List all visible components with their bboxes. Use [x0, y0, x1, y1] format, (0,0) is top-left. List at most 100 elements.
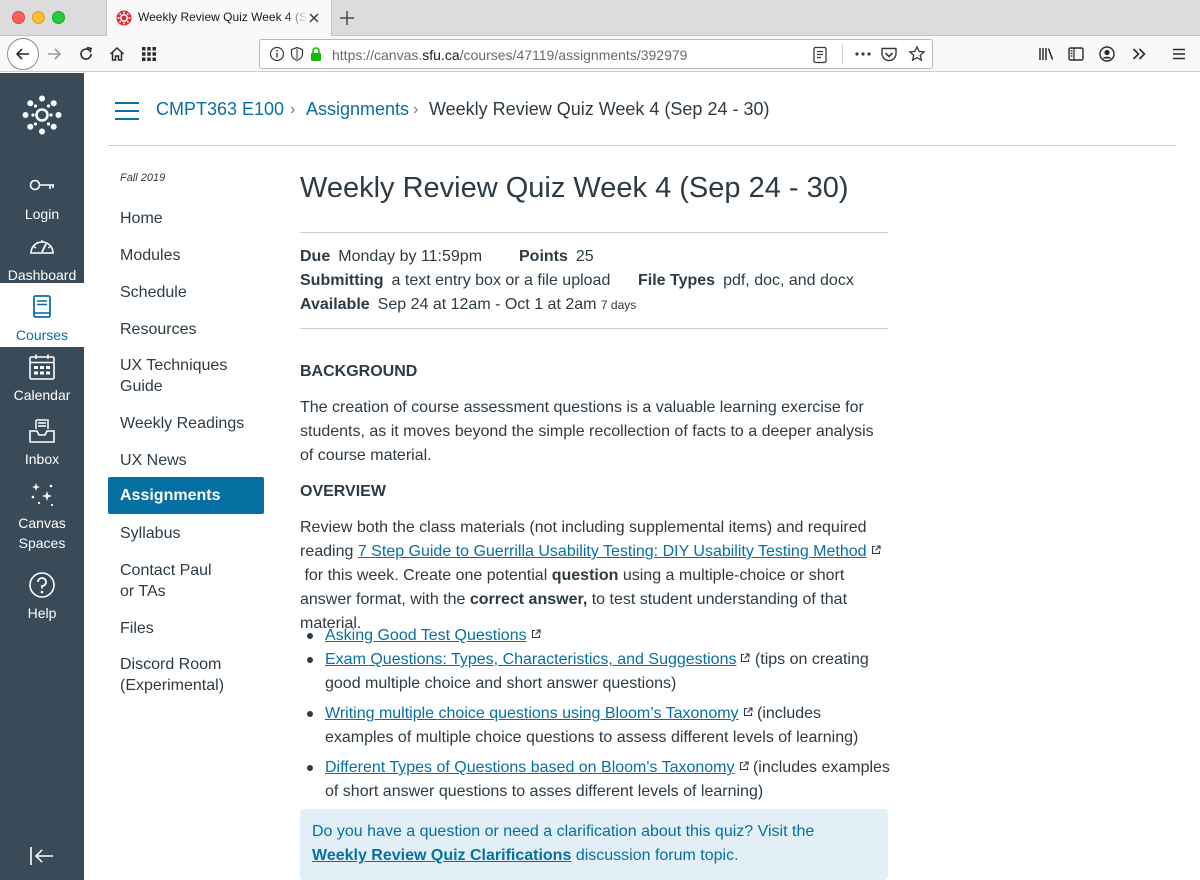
overview-paragraph: Review both the class materials (not inc…: [300, 516, 888, 636]
global-navigation: Login Dashboard Courses Calendar Inbox C…: [0, 73, 84, 880]
sidebar-icon: [1068, 47, 1084, 61]
global-nav-label: Dashboard: [7, 267, 77, 283]
submitting-value: a text entry box or a file upload: [391, 272, 611, 289]
shield-icon[interactable]: [289, 46, 305, 62]
external-link-icon: [739, 761, 749, 771]
global-nav-calendar[interactable]: Calendar: [0, 353, 84, 405]
global-nav-inbox[interactable]: Inbox: [0, 417, 84, 469]
list-item: Writing multiple choice questions using …: [307, 702, 890, 750]
global-nav-label: Spaces: [18, 535, 66, 551]
file-types-label: File Types: [638, 272, 716, 289]
global-nav-label: Calendar: [13, 387, 71, 403]
browser-tab[interactable]: Weekly Review Quiz Week 4 (Sep: [106, 0, 332, 37]
minimize-window-button[interactable]: [32, 11, 45, 24]
course-nav-weekly-readings[interactable]: Weekly Readings: [108, 413, 264, 434]
menu-button[interactable]: [1165, 40, 1193, 68]
submitting-detail: Submitting a text entry box or a file upl…: [300, 272, 610, 290]
resource-link-mcq-blooms[interactable]: Writing multiple choice questions using …: [325, 705, 739, 722]
library-icon: [1039, 48, 1054, 60]
course-nav-modules[interactable]: Modules: [108, 245, 264, 266]
arrow-left-icon: [15, 48, 29, 60]
apps-grid-button[interactable]: [135, 40, 163, 68]
new-tab-icon[interactable]: [336, 7, 358, 29]
close-window-button[interactable]: [12, 11, 25, 24]
back-button[interactable]: [7, 38, 39, 70]
course-nav-home[interactable]: Home: [108, 208, 264, 229]
points-label: Points: [519, 248, 568, 265]
submitting-label: Submitting: [300, 272, 384, 289]
background-heading: BACKGROUND: [300, 363, 418, 380]
list-item: Different Types of Questions based on Bl…: [307, 756, 890, 804]
resource-link-question-types-blooms[interactable]: Different Types of Questions based on Bl…: [325, 759, 735, 776]
external-link-icon: [743, 707, 753, 717]
breadcrumb-separator: ›: [290, 101, 296, 118]
course-nav-ux-techniques-guide[interactable]: UX Techniques Guide: [108, 355, 264, 397]
global-nav-dashboard[interactable]: Dashboard: [0, 233, 84, 285]
url-text: https://canvas.sfu.ca/courses/47119/assi…: [332, 47, 688, 63]
close-tab-icon[interactable]: [305, 9, 323, 27]
maximize-window-button[interactable]: [52, 11, 65, 24]
reader-view-icon[interactable]: [812, 46, 828, 64]
library-button[interactable]: [1032, 40, 1060, 68]
canvas-favicon-icon: [116, 10, 132, 26]
global-nav-canvas-spaces[interactable]: Canvas Spaces: [0, 481, 84, 553]
overflow-button[interactable]: [1125, 40, 1153, 68]
course-nav-assignments[interactable]: Assignments: [108, 477, 264, 514]
reload-button[interactable]: [72, 40, 100, 68]
global-nav-label: Canvas: [18, 515, 66, 531]
available-label: Available: [300, 296, 370, 313]
course-nav-syllabus[interactable]: Syllabus: [108, 523, 264, 544]
lock-icon[interactable]: [309, 46, 323, 62]
dashboard-icon: [30, 240, 54, 254]
clarification-callout: Do you have a question or need a clarifi…: [300, 809, 888, 880]
list-item: Exam Questions: Types, Characteristics, …: [307, 648, 890, 696]
points-value: 25: [575, 248, 594, 265]
points-detail: Points 25: [519, 248, 594, 266]
available-value: Sep 24 at 12am - Oct 1 at 2am: [377, 296, 597, 313]
clarifications-forum-link[interactable]: Weekly Review Quiz Clarifications: [312, 847, 571, 864]
resource-link-exam-questions[interactable]: Exam Questions: Types, Characteristics, …: [325, 651, 736, 668]
info-icon[interactable]: [269, 46, 285, 62]
bookmark-star-icon[interactable]: [908, 45, 926, 63]
home-icon: [109, 46, 125, 61]
background-paragraph: The creation of course assessment questi…: [300, 399, 874, 464]
global-nav-label: Help: [27, 605, 57, 621]
external-link-icon: [871, 545, 881, 555]
global-nav-help[interactable]: Help: [0, 571, 84, 623]
reload-icon: [80, 46, 92, 60]
breadcrumb-assignments-link[interactable]: Assignments: [306, 99, 409, 120]
global-nav-login[interactable]: Login: [0, 172, 84, 224]
guerrilla-usability-link[interactable]: 7 Step Guide to Guerrilla Usability Test…: [358, 543, 867, 560]
course-menu-toggle-icon[interactable]: [114, 100, 140, 122]
forward-button[interactable]: [40, 40, 68, 68]
collapse-nav-icon[interactable]: [28, 844, 56, 868]
breadcrumb-course-link[interactable]: CMPT363 E100: [156, 99, 284, 120]
course-nav-ux-news[interactable]: UX News: [108, 450, 264, 471]
canvas-logo-icon[interactable]: [20, 93, 64, 137]
course-nav-resources[interactable]: Resources: [108, 319, 264, 340]
url-separator: [842, 44, 843, 64]
course-nav-discord-room[interactable]: Discord Room (Experimental): [108, 654, 244, 696]
due-detail: Due Monday by 11:59pm: [300, 248, 482, 266]
course-nav-contact[interactable]: Contact Paul or TAs: [108, 560, 238, 602]
breadcrumb-current: Weekly Review Quiz Week 4 (Sep 24 - 30): [429, 99, 770, 119]
due-value: Monday by 11:59pm: [338, 248, 483, 265]
sidebar-button[interactable]: [1062, 40, 1090, 68]
course-nav-files[interactable]: Files: [108, 618, 264, 639]
grid-icon: [142, 47, 156, 61]
breadcrumb: CMPT363 E100 › Assignments › Weekly Revi…: [108, 88, 1176, 146]
resource-link-asking-good-questions[interactable]: Asking Good Test Questions: [325, 627, 527, 644]
inbox-icon: [29, 419, 55, 443]
file-types-value: pdf, doc, and docx: [723, 272, 854, 289]
home-button[interactable]: [103, 40, 131, 68]
pocket-icon[interactable]: [880, 46, 898, 63]
chevron-double-right-icon: [1132, 48, 1146, 60]
course-nav-schedule[interactable]: Schedule: [108, 282, 264, 303]
available-duration: 7 days: [600, 298, 637, 312]
breadcrumb-separator: ›: [413, 101, 419, 118]
url-bar[interactable]: https://canvas.sfu.ca/courses/47119/assi…: [259, 39, 933, 69]
more-actions-icon[interactable]: [854, 50, 872, 58]
account-button[interactable]: [1093, 40, 1121, 68]
divider: [300, 232, 888, 233]
global-nav-courses[interactable]: Courses: [0, 283, 84, 347]
